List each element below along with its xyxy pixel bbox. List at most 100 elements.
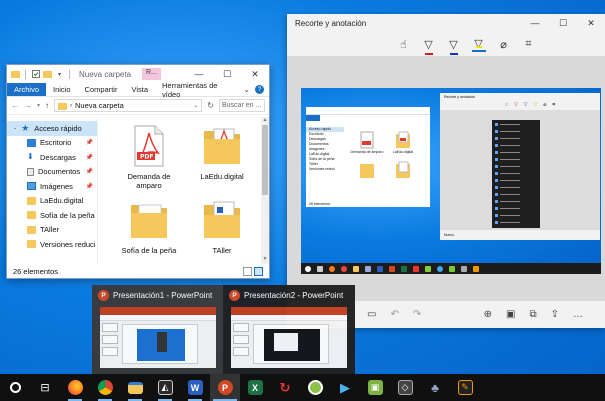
taskbar-media-player[interactable]: ▶ — [330, 374, 360, 401]
vertical-scrollbar[interactable]: ▲ ▼ — [261, 117, 269, 264]
eraser-icon: ⌀ — [543, 102, 547, 108]
save-icon[interactable]: ▣ — [506, 309, 515, 320]
taskbar-app-game[interactable]: ♣ — [420, 374, 450, 401]
nav-item-taller[interactable]: TAller — [7, 223, 97, 238]
expand-ribbon-icon[interactable]: ⌄ — [243, 85, 250, 94]
file-explorer-window[interactable]: ▾ Nueva carpeta R... — ☐ ✕ Archivo Inici… — [6, 64, 270, 279]
pin-icon[interactable]: 📌 — [86, 183, 97, 190]
nav-item-laedu[interactable]: LaEdu.digital — [7, 194, 97, 209]
chevron-down-icon[interactable]: ⌄ — [193, 102, 198, 109]
cortana-icon — [9, 382, 21, 393]
mini-snip-window: Recorte y anotación ☝ ▽ ▽ ▽ ⌀ ⌗ Nuevo — [440, 93, 600, 240]
file-item-sofia[interactable]: Sofía de la peña — [118, 199, 180, 255]
taskbar-firefox[interactable] — [60, 374, 90, 401]
taskbar-app-paint[interactable]: ✎ — [450, 374, 480, 401]
zoom-icon[interactable]: ⊕ — [484, 309, 492, 320]
taskbar-file-explorer[interactable] — [120, 374, 150, 401]
file-item-taller[interactable]: TAller — [191, 199, 253, 255]
large-icons-view-icon[interactable] — [254, 266, 263, 276]
share-icon[interactable]: ⇪ — [551, 309, 559, 320]
address-text: Nueva carpeta — [75, 101, 124, 110]
minimize-icon[interactable]: — — [521, 14, 549, 32]
eraser-icon[interactable]: ⌀ — [497, 36, 511, 52]
touch-writing-icon[interactable]: ☝ — [397, 36, 411, 52]
highlighter-icon: ▽ — [533, 102, 538, 108]
undo-icon[interactable]: ↶ — [390, 309, 398, 320]
taskbar-word[interactable]: W — [180, 374, 210, 401]
back-arrow-icon[interactable]: ← — [11, 101, 19, 110]
pencil-icon[interactable]: ▽ — [447, 36, 461, 55]
nav-item-sofia[interactable]: Sofía de la peña — [7, 208, 97, 223]
help-icon[interactable]: ? — [255, 85, 264, 94]
details-view-icon[interactable] — [243, 266, 252, 276]
scrollbar-thumb[interactable] — [262, 125, 268, 195]
properties-icon[interactable] — [31, 70, 40, 79]
taskbar-app-green[interactable] — [300, 374, 330, 401]
address-bar[interactable]: › Nueva carpeta ⌄ — [54, 99, 203, 112]
copy-icon[interactable]: ⧉ — [529, 309, 536, 320]
refresh-icon[interactable]: ↻ — [207, 101, 214, 110]
taskbar-powerpoint[interactable]: P — [210, 374, 240, 401]
folder-icon — [360, 164, 374, 178]
thumbnail-presentacion2[interactable]: P Presentación2 - PowerPoint — [223, 285, 354, 374]
ballpoint-pen-icon[interactable]: ▽ — [422, 36, 436, 55]
pin-icon[interactable]: 📌 — [86, 168, 97, 175]
highlighter-icon[interactable]: ▽ — [471, 36, 486, 52]
scroll-down-icon[interactable]: ▼ — [261, 256, 269, 264]
contextual-tab[interactable]: R... — [142, 68, 161, 80]
search-placeholder: Buscar en ... — [222, 102, 262, 109]
open-file-icon[interactable]: ▭ — [367, 309, 376, 320]
search-icon: ⚲ — [263, 102, 264, 110]
close-icon[interactable]: ✕ — [577, 14, 605, 32]
taskbar-chrome[interactable] — [90, 374, 120, 401]
file-item-demanda[interactable]: PDF Demanda de amparo — [118, 125, 180, 190]
thumbnail-presentacion1[interactable]: P Presentación1 - PowerPoint — [92, 285, 223, 374]
pencil-icon: ▽ — [523, 102, 528, 108]
folder-icon — [11, 70, 20, 79]
chevron-down-icon[interactable]: ⌄ — [13, 125, 17, 131]
tab-inicio[interactable]: Inicio — [46, 83, 78, 96]
up-arrow-icon[interactable]: ↑ — [45, 101, 49, 110]
taskbar-excel[interactable]: X — [240, 374, 270, 401]
window-title: Nueva carpeta — [79, 69, 132, 79]
scroll-up-icon[interactable]: ▲ — [261, 117, 269, 125]
search-input[interactable]: Buscar en ... ⚲ — [219, 99, 265, 112]
tab-vista[interactable]: Vista — [124, 83, 155, 96]
tab-herramientas-video[interactable]: Herramientas de vídeo — [155, 81, 243, 99]
nav-item-documents[interactable]: Documentos 📌 — [7, 165, 97, 180]
snip-titlebar[interactable]: Recorte y anotación — ☐ ✕ — [287, 14, 605, 32]
new-folder-icon[interactable] — [43, 70, 52, 79]
pdf-file-icon — [360, 131, 374, 149]
snip-sketch-window[interactable]: Recorte y anotación — ☐ ✕ ☝ ▽ ▽ ▽ ⌀ ⌗ Ac… — [287, 14, 605, 328]
more-options-icon[interactable]: … — [573, 309, 583, 320]
taskbar-app-tool[interactable]: ◇ — [390, 374, 420, 401]
taskbar-photos[interactable]: ◭ — [150, 374, 180, 401]
nav-item-quick-access[interactable]: ⌄ ★ Acceso rápido — [7, 121, 97, 136]
recent-locations-icon[interactable]: ▾ — [37, 102, 40, 109]
powerpoint-icon: P — [229, 289, 240, 301]
tab-archivo[interactable]: Archivo — [7, 83, 47, 96]
crop-icon[interactable]: ⌗ — [522, 36, 536, 52]
navigation-pane: ⌄ ★ Acceso rápido Escritorio 📌 ⬇ Descarg… — [7, 117, 98, 264]
maximize-icon[interactable]: ☐ — [549, 14, 577, 32]
file-item-laedu[interactable]: PDF LaEdu.digital — [191, 125, 253, 181]
task-view-button[interactable]: ⊟ — [30, 374, 60, 401]
nav-item-desktop[interactable]: Escritorio 📌 — [7, 136, 97, 151]
taskbar-app-android[interactable]: ▣ — [360, 374, 390, 401]
nav-item-versiones[interactable]: Versiones reduci — [7, 237, 97, 252]
customize-quick-access-icon[interactable]: ▾ — [55, 70, 64, 79]
snip-canvas[interactable]: Acceso rápido Escritorio Descargas Docum… — [287, 56, 605, 301]
window-controls: — ☐ ✕ — [521, 14, 605, 32]
tab-compartir[interactable]: Compartir — [78, 83, 125, 96]
pin-icon[interactable]: 📌 — [86, 154, 97, 161]
taskbar-app-red[interactable]: ↻ — [270, 374, 300, 401]
forward-arrow-icon[interactable]: → — [24, 101, 32, 110]
pin-icon[interactable]: 📌 — [86, 139, 97, 146]
close-icon[interactable]: ✕ — [241, 65, 269, 83]
cortana-button[interactable] — [0, 374, 30, 401]
android-app-icon: ▣ — [367, 380, 383, 395]
nav-item-pictures[interactable]: Imágenes 📌 — [7, 179, 97, 194]
pdf-file-icon: PDF — [134, 125, 164, 167]
nav-item-downloads[interactable]: ⬇ Descargas 📌 — [7, 150, 97, 165]
redo-icon[interactable]: ↷ — [413, 309, 421, 320]
